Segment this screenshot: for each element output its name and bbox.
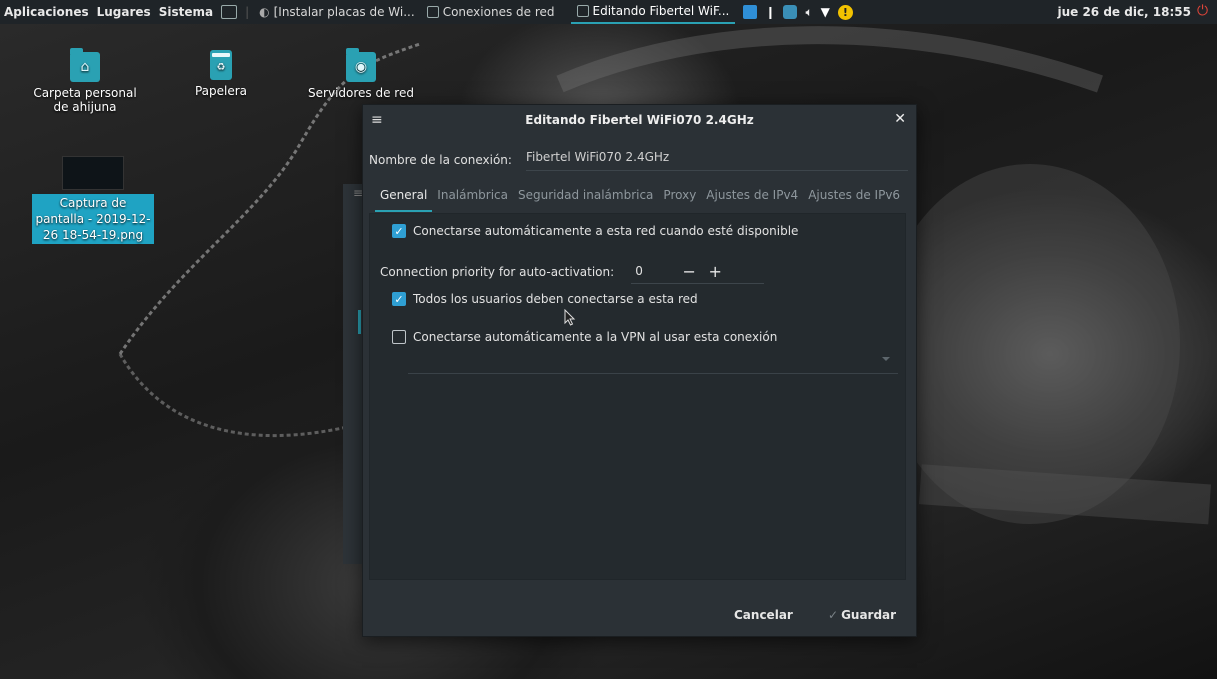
tab-ipv6[interactable]: Ajustes de IPv6: [803, 186, 905, 212]
tab-general[interactable]: General: [375, 186, 433, 212]
clock[interactable]: jue 26 de dic, 18:55: [1057, 0, 1191, 24]
tab-ipv4[interactable]: Ajustes de IPv4: [701, 186, 803, 212]
priority-input[interactable]: 0: [631, 264, 666, 284]
desktop-icon-home[interactable]: ⌂ Carpeta personal de ahijuna: [30, 48, 140, 114]
priority-underline: [654, 283, 764, 284]
menu-aplicaciones[interactable]: Aplicaciones: [0, 0, 93, 24]
all-users-checkbox[interactable]: ✓: [392, 292, 406, 306]
warning-icon[interactable]: !: [837, 4, 853, 20]
all-users-row[interactable]: ✓ Todos los usuarios deben conectarse a …: [392, 292, 698, 306]
tab-bar: General Inalámbrica Seguridad inalámbric…: [375, 186, 905, 212]
dialog-title: Editando Fibertel WiFi070 2.4GHz: [525, 113, 754, 127]
trash-icon: ♻: [210, 50, 232, 80]
save-button-label: Guardar: [841, 608, 897, 622]
priority-label: Connection priority for auto-activation:: [380, 264, 615, 279]
hamburger-menu-icon[interactable]: ≡: [371, 112, 383, 128]
network-window-icon: [576, 5, 589, 17]
connection-name-input[interactable]: Fibertel WiFi070 2.4GHz: [525, 148, 908, 171]
priority-increment-button[interactable]: +: [705, 262, 725, 281]
save-button[interactable]: ✓ Guardar: [828, 608, 896, 622]
task-label: Editando Fibertel WiF...: [592, 4, 730, 18]
task-instalar-placas[interactable]: ◐ [Instalar placas de Wi...: [253, 0, 421, 24]
chevron-down-icon: [882, 357, 890, 361]
network-manager-icon[interactable]: [783, 5, 798, 19]
checkmark-icon: ✓: [828, 608, 839, 622]
cancel-button[interactable]: Cancelar: [734, 608, 793, 622]
vpn-auto-row[interactable]: Conectarse automáticamente a la VPN al u…: [392, 330, 777, 344]
desktop-icon-label: Servidores de red: [308, 86, 414, 100]
flag-icon[interactable]: ❙: [765, 5, 775, 19]
vpn-select-dropdown[interactable]: [408, 351, 898, 374]
menu-lugares[interactable]: Lugares: [93, 0, 155, 24]
connection-name-row: Nombre de la conexión: Fibertel WiFi070 …: [369, 148, 908, 171]
tab-seguridad-inalambrica[interactable]: Seguridad inalámbrica: [513, 186, 658, 212]
desktop-icon-label: Carpeta personal de ahijuna: [33, 86, 137, 114]
connection-name-label: Nombre de la conexión:: [369, 152, 512, 167]
desktop-icon-label: Captura de pantalla - 2019-12-26 18-54-1…: [32, 194, 154, 244]
edit-connection-dialog: ≡ Editando Fibertel WiFi070 2.4GHz ✕ Nom…: [362, 104, 917, 637]
wifi-icon[interactable]: ▼: [821, 5, 830, 19]
selection-accent: [358, 310, 361, 334]
desktop-icon-screenshot[interactable]: Captura de pantalla - 2019-12-26 18-54-1…: [32, 156, 154, 244]
volume-icon[interactable]: 🔈︎: [805, 5, 812, 20]
tab-proxy[interactable]: Proxy: [658, 186, 701, 212]
network-folder-icon: ◉: [346, 48, 376, 82]
mouse-cursor-icon: [564, 309, 576, 326]
auto-connect-row[interactable]: ✓ Conectarse automáticamente a esta red …: [392, 224, 798, 238]
auto-connect-checkbox[interactable]: ✓: [392, 224, 406, 238]
all-users-label: Todos los usuarios deben conectarse a es…: [413, 292, 698, 306]
desktop-icon-label: Papelera: [194, 84, 248, 98]
power-icon[interactable]: ⏻: [1197, 4, 1211, 18]
vpn-auto-checkbox[interactable]: [392, 330, 406, 344]
vpn-auto-label: Conectarse automáticamente a la VPN al u…: [413, 330, 778, 344]
dialog-titlebar: ≡ Editando Fibertel WiFi070 2.4GHz ✕: [363, 105, 916, 135]
task-conexiones-de-red[interactable]: Conexiones de red: [421, 0, 561, 24]
separator: |: [245, 5, 250, 19]
network-window-icon: [426, 6, 439, 18]
app-grid-icon[interactable]: [743, 5, 758, 19]
priority-decrement-button[interactable]: −: [679, 262, 699, 281]
image-thumbnail-icon: [62, 156, 124, 190]
home-folder-icon: ⌂: [70, 48, 100, 82]
menu-sistema[interactable]: Sistema: [155, 0, 217, 24]
tab-inalambrica[interactable]: Inalámbrica: [432, 186, 513, 212]
task-editando-fibertel[interactable]: Editando Fibertel WiF...: [570, 0, 736, 24]
task-label: [Instalar placas de Wi...: [273, 5, 415, 19]
desktop-icon-trash[interactable]: ♻ Papelera: [166, 50, 276, 98]
task-label: Conexiones de red: [442, 5, 555, 19]
show-desktop-icon[interactable]: [217, 0, 241, 24]
priority-row: Connection priority for auto-activation:…: [380, 259, 725, 284]
system-tray: ❙ 🔈︎ ▼ !: [743, 4, 853, 20]
firefox-icon: ◐: [259, 5, 270, 19]
top-panel: Aplicaciones Lugares Sistema | ◐ [Instal…: [0, 0, 1217, 24]
auto-connect-label: Conectarse automáticamente a esta red cu…: [413, 224, 799, 238]
general-tab-panel: ✓ Conectarse automáticamente a esta red …: [369, 213, 906, 580]
close-icon[interactable]: ✕: [894, 111, 906, 127]
desktop-icon-network-servers[interactable]: ◉ Servidores de red: [306, 48, 416, 100]
